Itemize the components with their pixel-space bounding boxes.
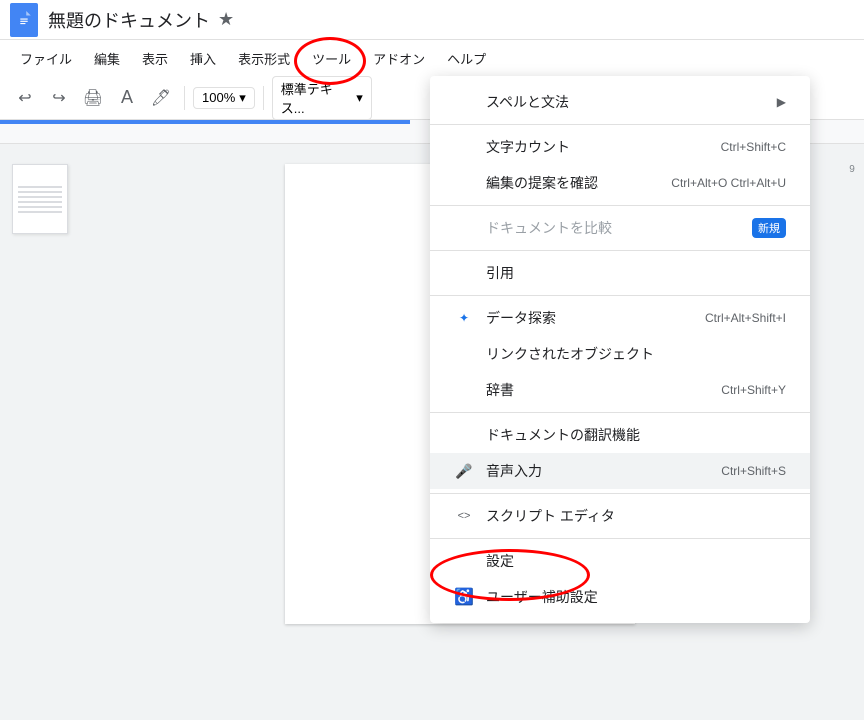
separator-4 [430, 295, 810, 296]
editsuggestions-label: 編集の提案を確認 [486, 173, 671, 193]
page-number: 9 [849, 164, 855, 175]
doc-icon [10, 3, 38, 37]
page-line [18, 206, 62, 208]
compare-icon [454, 218, 474, 238]
separator-1 [430, 124, 810, 125]
menu-item-edit[interactable]: 編集 [84, 45, 130, 72]
page-lines [14, 182, 66, 217]
page-line [18, 191, 62, 193]
dropdown-item-translate[interactable]: ドキュメントの翻訳機能 [430, 417, 810, 453]
separator-2 [430, 205, 810, 206]
menu-item-addons[interactable]: アドオン [363, 45, 435, 72]
menu-item-file[interactable]: ファイル [10, 45, 82, 72]
dropdown-item-linkedobjects[interactable]: リンクされたオブジェクト [430, 336, 810, 372]
compare-badge: 新規 [752, 218, 786, 238]
page-line [18, 211, 62, 213]
star-icon[interactable]: ★ [218, 9, 234, 30]
wordcount-icon [454, 137, 474, 157]
left-sidebar [0, 144, 80, 720]
voice-label: 音声入力 [486, 461, 721, 481]
dictionary-icon [454, 380, 474, 400]
document-title: 無題のドキュメント [48, 7, 210, 33]
paint-format-button[interactable]: 🖊 [146, 83, 176, 113]
editsuggestions-icon [454, 173, 474, 193]
dropdown-item-explore[interactable]: ✦ データ探索 Ctrl+Alt+Shift+I [430, 300, 810, 336]
toolbar-separator-2 [263, 86, 264, 110]
undo-button[interactable]: ↩ [10, 83, 40, 113]
style-arrow: ▾ [356, 90, 363, 106]
menu-bar: ファイル 編集 表示 挿入 表示形式 ツール アドオン ヘルプ [0, 40, 864, 76]
wordcount-label: 文字カウント [486, 137, 721, 157]
spell-icon [454, 92, 474, 112]
title-bar: 無題のドキュメント ★ [0, 0, 864, 40]
right-numbers: 9 [840, 144, 864, 720]
dictionary-label: 辞書 [486, 380, 721, 400]
dictionary-shortcut: Ctrl+Shift+Y [721, 383, 786, 397]
accessibility-icon: ♿ [454, 587, 474, 607]
menu-item-tools[interactable]: ツール [302, 45, 361, 72]
page-line [18, 201, 62, 203]
menu-item-insert[interactable]: 挿入 [180, 45, 226, 72]
menu-item-format[interactable]: 表示形式 [228, 45, 300, 72]
separator-3 [430, 250, 810, 251]
citation-label: 引用 [486, 263, 786, 283]
spell-label: スペルと文法 [486, 92, 777, 112]
settings-label: 設定 [486, 551, 786, 571]
doc-svg [15, 11, 33, 29]
spell-arrow: ▶ [777, 95, 786, 109]
dropdown-item-voice[interactable]: 🎤 音声入力 Ctrl+Shift+S [430, 453, 810, 489]
dropdown-item-spell[interactable]: スペルと文法 ▶ [430, 84, 810, 120]
dropdown-item-dictionary[interactable]: 辞書 Ctrl+Shift+Y [430, 372, 810, 408]
separator-6 [430, 493, 810, 494]
dropdown-item-settings[interactable]: 設定 [430, 543, 810, 579]
citation-icon [454, 263, 474, 283]
redo-button[interactable]: ↪ [44, 83, 74, 113]
ruler-blue-bar [0, 120, 410, 124]
style-selector[interactable]: 標準テキス... ▾ [272, 76, 372, 120]
wordcount-shortcut: Ctrl+Shift+C [721, 140, 786, 154]
print-button[interactable]: 🖨 [78, 83, 108, 113]
translate-icon [454, 425, 474, 445]
dropdown-item-scripteditor[interactable]: <> スクリプト エディタ [430, 498, 810, 534]
dropdown-item-citation[interactable]: 引用 [430, 255, 810, 291]
tools-dropdown-menu: スペルと文法 ▶ 文字カウント Ctrl+Shift+C 編集の提案を確認 Ct… [430, 76, 810, 623]
scripteditor-label: スクリプト エディタ [486, 506, 786, 526]
scripteditor-icon: <> [454, 506, 474, 526]
linkedobjects-label: リンクされたオブジェクト [486, 344, 786, 364]
menu-item-view[interactable]: 表示 [132, 45, 178, 72]
zoom-selector[interactable]: 100% ▾ [193, 87, 255, 109]
linkedobjects-icon [454, 344, 474, 364]
compare-label: ドキュメントを比較 [486, 218, 752, 238]
editsuggestions-shortcut: Ctrl+Alt+O Ctrl+Alt+U [671, 176, 786, 190]
page-line [18, 186, 62, 188]
explore-shortcut: Ctrl+Alt+Shift+I [705, 311, 786, 325]
dropdown-item-wordcount[interactable]: 文字カウント Ctrl+Shift+C [430, 129, 810, 165]
explore-icon: ✦ [454, 308, 474, 328]
voice-icon: 🎤 [454, 461, 474, 481]
menu-item-help[interactable]: ヘルプ [437, 45, 496, 72]
page-line [18, 196, 62, 198]
zoom-value: 100% [202, 90, 235, 105]
toolbar-separator-1 [184, 86, 185, 110]
dropdown-item-accessibility[interactable]: ♿ ユーザー補助設定 [430, 579, 810, 615]
separator-7 [430, 538, 810, 539]
separator-5 [430, 412, 810, 413]
translate-label: ドキュメントの翻訳機能 [486, 425, 786, 445]
page-thumbnail [12, 164, 68, 234]
tools-label: ツール [312, 52, 351, 67]
settings-icon [454, 551, 474, 571]
style-value: 標準テキス... [281, 79, 352, 117]
voice-shortcut: Ctrl+Shift+S [721, 464, 786, 478]
explore-label: データ探索 [486, 308, 705, 328]
dropdown-item-compare: ドキュメントを比較 新規 [430, 210, 810, 246]
dropdown-item-editsuggestions[interactable]: 編集の提案を確認 Ctrl+Alt+O Ctrl+Alt+U [430, 165, 810, 201]
accessibility-label: ユーザー補助設定 [486, 587, 786, 607]
spellcheck-button[interactable]: A [112, 83, 142, 113]
zoom-arrow: ▾ [239, 90, 246, 106]
